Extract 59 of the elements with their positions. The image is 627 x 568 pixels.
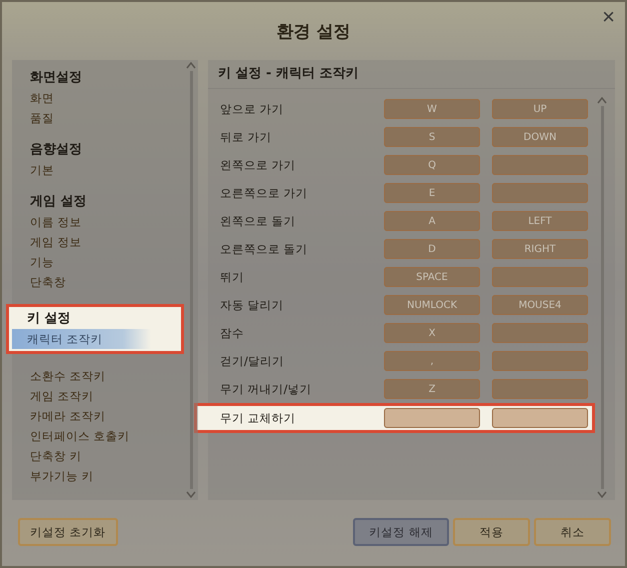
action-label: 잠수 [220,326,245,340]
sidebar-item[interactable]: 캐릭터 조작키 [12,329,151,349]
key-binding-button[interactable]: Q [384,155,480,175]
sidebar-item[interactable]: 품질 [12,108,184,128]
sidebar-item[interactable]: 단축창 키 [12,446,184,466]
sidebar-item[interactable]: 소환수 조작키 [12,366,184,386]
category-heading: 화면설정 [29,69,83,87]
action-label: 자동 달리기 [220,298,285,312]
key-binding-button[interactable]: W [384,99,480,119]
action-label: 오른쪽으로 가기 [220,186,309,200]
scroll-up-icon[interactable] [186,62,196,69]
close-button[interactable]: × [598,4,619,30]
sidebar-item[interactable]: 단축창 [12,272,184,292]
category-heading: 키 설정 [26,310,72,328]
sidebar-item[interactable]: 화면 [12,88,184,108]
footer-button[interactable]: 취소 [534,518,611,546]
key-binding-button[interactable]: RIGHT [492,239,588,259]
action-label: 무기 교체하기 [220,410,297,426]
key-binding-button[interactable]: D [384,239,480,259]
scroll-down-icon[interactable] [597,491,607,498]
key-binding-button[interactable]: LEFT [492,211,588,231]
footer-button[interactable]: 키설정 해제 [353,518,449,546]
sidebar-item[interactable]: 게임 조작키 [12,386,184,406]
key-binding-button[interactable]: SPACE [384,267,480,287]
key-binding-button[interactable]: A [384,211,480,231]
sidebar-item[interactable]: 기능 [12,252,184,272]
category-heading: 게임 설정 [29,193,88,211]
key-binding-button[interactable]: E [384,183,480,203]
action-label: 왼쪽으로 가기 [220,158,297,172]
sidebar-item[interactable]: 기본 [12,160,184,180]
action-label: 뒤로 가기 [220,130,273,144]
sidebar-item[interactable]: 인터페이스 호출키 [12,426,184,446]
action-label: 걷기/달리기 [220,354,285,368]
sidebar-item[interactable]: 카메라 조작키 [12,406,184,426]
key-binding-button[interactable]: DOWN [492,127,588,147]
action-label: 왼쪽으로 돌기 [220,214,297,228]
key-binding-button[interactable]: S [384,127,480,147]
sidebar-item[interactable]: 부가기능 키 [12,466,184,486]
key-binding-button[interactable]: Z [384,379,480,399]
category-heading: 음향설정 [29,141,83,159]
key-binding-button[interactable] [384,408,480,428]
sidebar-item[interactable]: 게임 정보 [12,232,184,252]
footer-button[interactable]: 적용 [453,518,530,546]
key-binding-button[interactable]: UP [492,99,588,119]
key-binding-button[interactable]: X [384,323,480,343]
action-label: 무기 꺼내기/넣기 [220,382,313,396]
panel-title: 키 설정 - 캐릭터 조작키 [208,60,615,89]
scroll-down-icon[interactable] [186,491,196,498]
key-binding-button[interactable] [492,408,588,428]
sidebar-item[interactable]: 이름 정보 [12,212,184,232]
window-title: 환경 설정 [276,20,350,42]
key-binding-button[interactable]: NUMLOCK [384,295,480,315]
reset-button[interactable]: 키설정 초기화 [18,518,118,546]
action-label: 앞으로 가기 [220,102,285,116]
key-binding-button[interactable]: , [384,351,480,371]
action-label: 오른쪽으로 돌기 [220,242,309,256]
key-binding-button[interactable]: MOUSE4 [492,295,588,315]
action-label: 뛰기 [220,270,245,284]
scroll-up-icon[interactable] [597,97,607,104]
